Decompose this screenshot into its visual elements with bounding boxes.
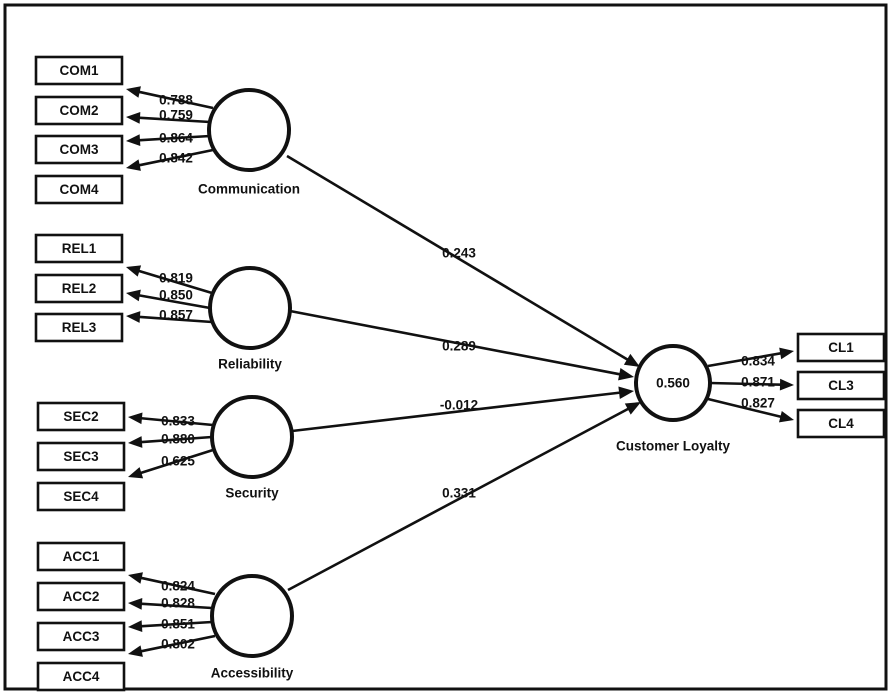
- loading-value-security-to-sec4: 0.625: [161, 454, 195, 469]
- path-coefficient-value-security-to-customer-loyalty: -0.012: [440, 398, 478, 413]
- indicator-label-cl3: CL3: [828, 378, 854, 393]
- construct-accessibility[interactable]: Accessibility: [210, 574, 294, 681]
- construct-communication[interactable]: Communication: [198, 88, 300, 197]
- indicator-rel2[interactable]: REL2: [34, 273, 124, 304]
- indicator-acc1[interactable]: ACC1: [36, 541, 126, 572]
- construct-label-customer-loyalty: Customer Loyalty: [616, 439, 731, 454]
- indicator-label-acc4: ACC4: [63, 669, 100, 684]
- loading-value-accessibility-to-acc1: 0.824: [161, 579, 195, 594]
- indicator-label-rel3: REL3: [62, 320, 97, 335]
- path-model-diagram: COM1 COM2 COM3 COM4 REL1 REL2 REL3 SEC2 SEC3 SEC4…: [3, 3, 888, 692]
- construct-label-accessibility: Accessibility: [211, 666, 294, 681]
- path-coefficient-value-communication-to-customer-loyalty: 0.243: [442, 246, 476, 261]
- indicator-label-rel1: REL1: [62, 241, 97, 256]
- indicator-label-com1: COM1: [59, 63, 98, 78]
- indicator-label-cl4: CL4: [828, 416, 854, 431]
- indicator-rel3[interactable]: REL3: [34, 312, 124, 343]
- indicator-com1[interactable]: COM1: [34, 55, 124, 86]
- loading-value-security-to-sec3: 0.880: [161, 432, 195, 447]
- construct-security[interactable]: Security: [210, 395, 294, 501]
- loading-value-accessibility-to-acc3: 0.851: [161, 617, 195, 632]
- indicator-label-sec4: SEC4: [63, 489, 99, 504]
- indicator-label-acc3: ACC3: [63, 629, 100, 644]
- indicator-acc4[interactable]: ACC4: [36, 661, 126, 692]
- r-squared-value-customer-loyalty: 0.560: [656, 376, 690, 391]
- construct-circles-group: Communication Reliability Security Accessib…: [198, 88, 731, 681]
- loading-value-reliability-to-rel3: 0.857: [159, 308, 193, 323]
- loading-value-security-to-sec2: 0.833: [161, 414, 195, 429]
- indicator-acc3[interactable]: ACC3: [36, 621, 126, 652]
- indicator-rel1[interactable]: REL1: [34, 233, 124, 264]
- loading-value-customer-loyalty-to-cl1: 0.834: [741, 354, 775, 369]
- indicator-label-acc2: ACC2: [63, 589, 100, 604]
- loading-value-customer-loyalty-to-cl3: 0.871: [741, 375, 775, 390]
- indicator-sec3[interactable]: SEC3: [36, 441, 126, 472]
- indicator-com3[interactable]: COM3: [34, 134, 124, 165]
- indicator-label-com3: COM3: [59, 142, 98, 157]
- indicator-label-sec3: SEC3: [63, 449, 99, 464]
- indicator-label-sec2: SEC2: [63, 409, 98, 424]
- indicator-acc2[interactable]: ACC2: [36, 581, 126, 612]
- indicator-label-acc1: ACC1: [63, 549, 100, 564]
- loading-value-communication-to-com3: 0.864: [159, 131, 193, 146]
- loading-value-reliability-to-rel2: 0.850: [159, 288, 193, 303]
- construct-label-communication: Communication: [198, 182, 300, 197]
- figure-canvas: COM1 COM2 COM3 COM4 REL1 REL2 REL3 SEC2 SEC3 SEC4…: [0, 0, 893, 698]
- indicator-label-com2: COM2: [59, 103, 98, 118]
- loading-value-communication-to-com2: 0.759: [159, 108, 193, 123]
- indicator-cl1[interactable]: CL1: [796, 332, 886, 363]
- path-coefficient-value-reliability-to-customer-loyalty: 0.289: [442, 339, 476, 354]
- construct-reliability[interactable]: Reliability: [208, 266, 292, 372]
- loading-value-accessibility-to-acc2: 0.828: [161, 596, 195, 611]
- indicator-sec2[interactable]: SEC2: [36, 401, 126, 432]
- indicator-sec4[interactable]: SEC4: [36, 481, 126, 512]
- loading-value-communication-to-com4: 0.842: [159, 151, 193, 166]
- path-coefficient-value-accessibility-to-customer-loyalty: 0.331: [442, 486, 476, 501]
- loading-value-accessibility-to-acc4: 0.802: [161, 637, 195, 652]
- indicator-label-rel2: REL2: [62, 281, 97, 296]
- indicator-label-cl1: CL1: [828, 340, 854, 355]
- construct-label-security: Security: [225, 486, 279, 501]
- structural-paths-group: [286, 154, 641, 592]
- construct-label-reliability: Reliability: [218, 357, 282, 372]
- indicator-label-com4: COM4: [59, 182, 98, 197]
- loading-value-reliability-to-rel1: 0.819: [159, 271, 193, 286]
- structural-path-communication-to-customer-loyalty: [286, 154, 640, 367]
- indicator-cl3[interactable]: CL3: [796, 370, 886, 401]
- indicator-cl4[interactable]: CL4: [796, 408, 886, 439]
- loading-value-customer-loyalty-to-cl4: 0.827: [741, 396, 775, 411]
- indicator-com2[interactable]: COM2: [34, 95, 124, 126]
- loading-value-communication-to-com1: 0.788: [159, 93, 193, 108]
- indicator-com4[interactable]: COM4: [34, 174, 124, 205]
